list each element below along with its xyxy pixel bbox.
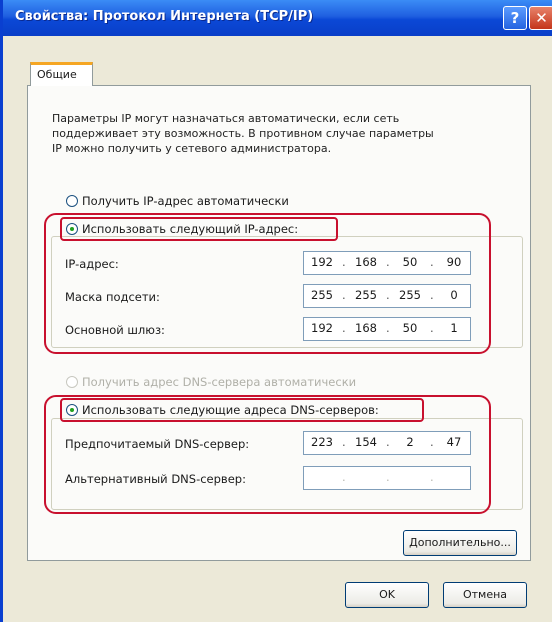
- radio-ip-auto[interactable]: Получить IP-адрес автоматически: [66, 194, 289, 208]
- radio-dns-auto-label: Получить адрес DNS-сервера автоматически: [82, 375, 357, 389]
- alternate-dns-input[interactable]: . . .: [303, 466, 471, 490]
- octet: 168: [355, 321, 377, 335]
- description-line: Параметры IP могут назначаться автоматич…: [52, 112, 400, 125]
- octet-dot: .: [342, 321, 346, 335]
- octet: 0: [450, 288, 458, 302]
- radio-dns-manual-label: Использовать следующие адреса DNS-сервер…: [82, 403, 379, 417]
- radio-button-selected[interactable]: [66, 223, 78, 235]
- close-button[interactable]: ✕: [529, 6, 552, 30]
- octet: 2: [406, 435, 414, 449]
- octet: 168: [355, 255, 377, 269]
- octet-dot: .: [342, 288, 346, 302]
- radio-ip-manual-label: Использовать следующий IP-адрес:: [82, 222, 299, 236]
- octet-dot: .: [430, 435, 434, 449]
- octet-dot: .: [386, 288, 390, 302]
- subnet-mask-label: Маска подсети:: [65, 290, 160, 304]
- ip-address-label: IP-адрес:: [65, 257, 119, 271]
- window-title: Свойства: Протокол Интернета (TCP/IP): [15, 9, 314, 24]
- radio-button[interactable]: [66, 195, 78, 207]
- radio-ip-manual[interactable]: Использовать следующий IP-адрес:: [66, 222, 298, 236]
- preferred-dns-label: Предпочитаемый DNS-сервер:: [65, 437, 250, 451]
- octet-dot: .: [430, 288, 434, 302]
- octet-dot: .: [386, 321, 390, 335]
- radio-button-disabled[interactable]: [66, 376, 78, 388]
- ip-address-input[interactable]: 192 . 168 . 50 . 90: [303, 251, 471, 275]
- subnet-mask-input[interactable]: 255 . 255 . 255 . 0: [303, 284, 471, 308]
- octet-dot: .: [342, 470, 346, 484]
- radio-button-selected[interactable]: [66, 404, 78, 416]
- octet-dot: .: [342, 435, 346, 449]
- octet-dot: .: [430, 255, 434, 269]
- alternate-dns-label: Альтернативный DNS-сервер:: [65, 472, 246, 486]
- octet: 50: [402, 255, 418, 269]
- octet: 223: [311, 435, 333, 449]
- octet-dot: .: [386, 435, 390, 449]
- octet-dot: .: [386, 255, 390, 269]
- octet: 47: [446, 435, 462, 449]
- advanced-button[interactable]: Дополнительно...: [403, 530, 517, 556]
- octet: 154: [355, 435, 377, 449]
- preferred-dns-input[interactable]: 223 . 154 . 2 . 47: [303, 431, 471, 455]
- title-bar[interactable]: Свойства: Протокол Интернета (TCP/IP) ? …: [3, 0, 552, 36]
- octet: 255: [355, 288, 377, 302]
- octet-dot: .: [342, 255, 346, 269]
- octet-dot: .: [430, 470, 434, 484]
- octet-dot: .: [430, 321, 434, 335]
- ok-button[interactable]: OK: [345, 582, 429, 608]
- octet: 192: [311, 321, 333, 335]
- radio-dns-auto[interactable]: Получить адрес DNS-сервера автоматически: [66, 375, 356, 389]
- octet: 255: [399, 288, 421, 302]
- octet-dot: .: [386, 470, 390, 484]
- dialog-window: Свойства: Протокол Интернета (TCP/IP) ? …: [0, 0, 552, 622]
- octet: 90: [446, 255, 462, 269]
- description-line: IP можно получить у сетевого администрат…: [52, 142, 332, 155]
- octet: 192: [311, 255, 333, 269]
- radio-dns-manual[interactable]: Использовать следующие адреса DNS-сервер…: [66, 403, 379, 417]
- cancel-button[interactable]: Отмена: [443, 582, 527, 608]
- default-gateway-label: Основной шлюз:: [65, 323, 165, 337]
- octet: 255: [311, 288, 333, 302]
- description-line: поддерживает эту возможность. В противно…: [52, 127, 434, 140]
- description-text: Параметры IP могут назначаться автоматич…: [52, 111, 512, 156]
- octet: 50: [402, 321, 418, 335]
- help-button[interactable]: ?: [503, 6, 527, 30]
- octet: 1: [450, 321, 458, 335]
- radio-ip-auto-label: Получить IP-адрес автоматически: [82, 194, 289, 208]
- default-gateway-input[interactable]: 192 . 168 . 50 . 1: [303, 317, 471, 341]
- tab-general[interactable]: Общие: [30, 62, 93, 86]
